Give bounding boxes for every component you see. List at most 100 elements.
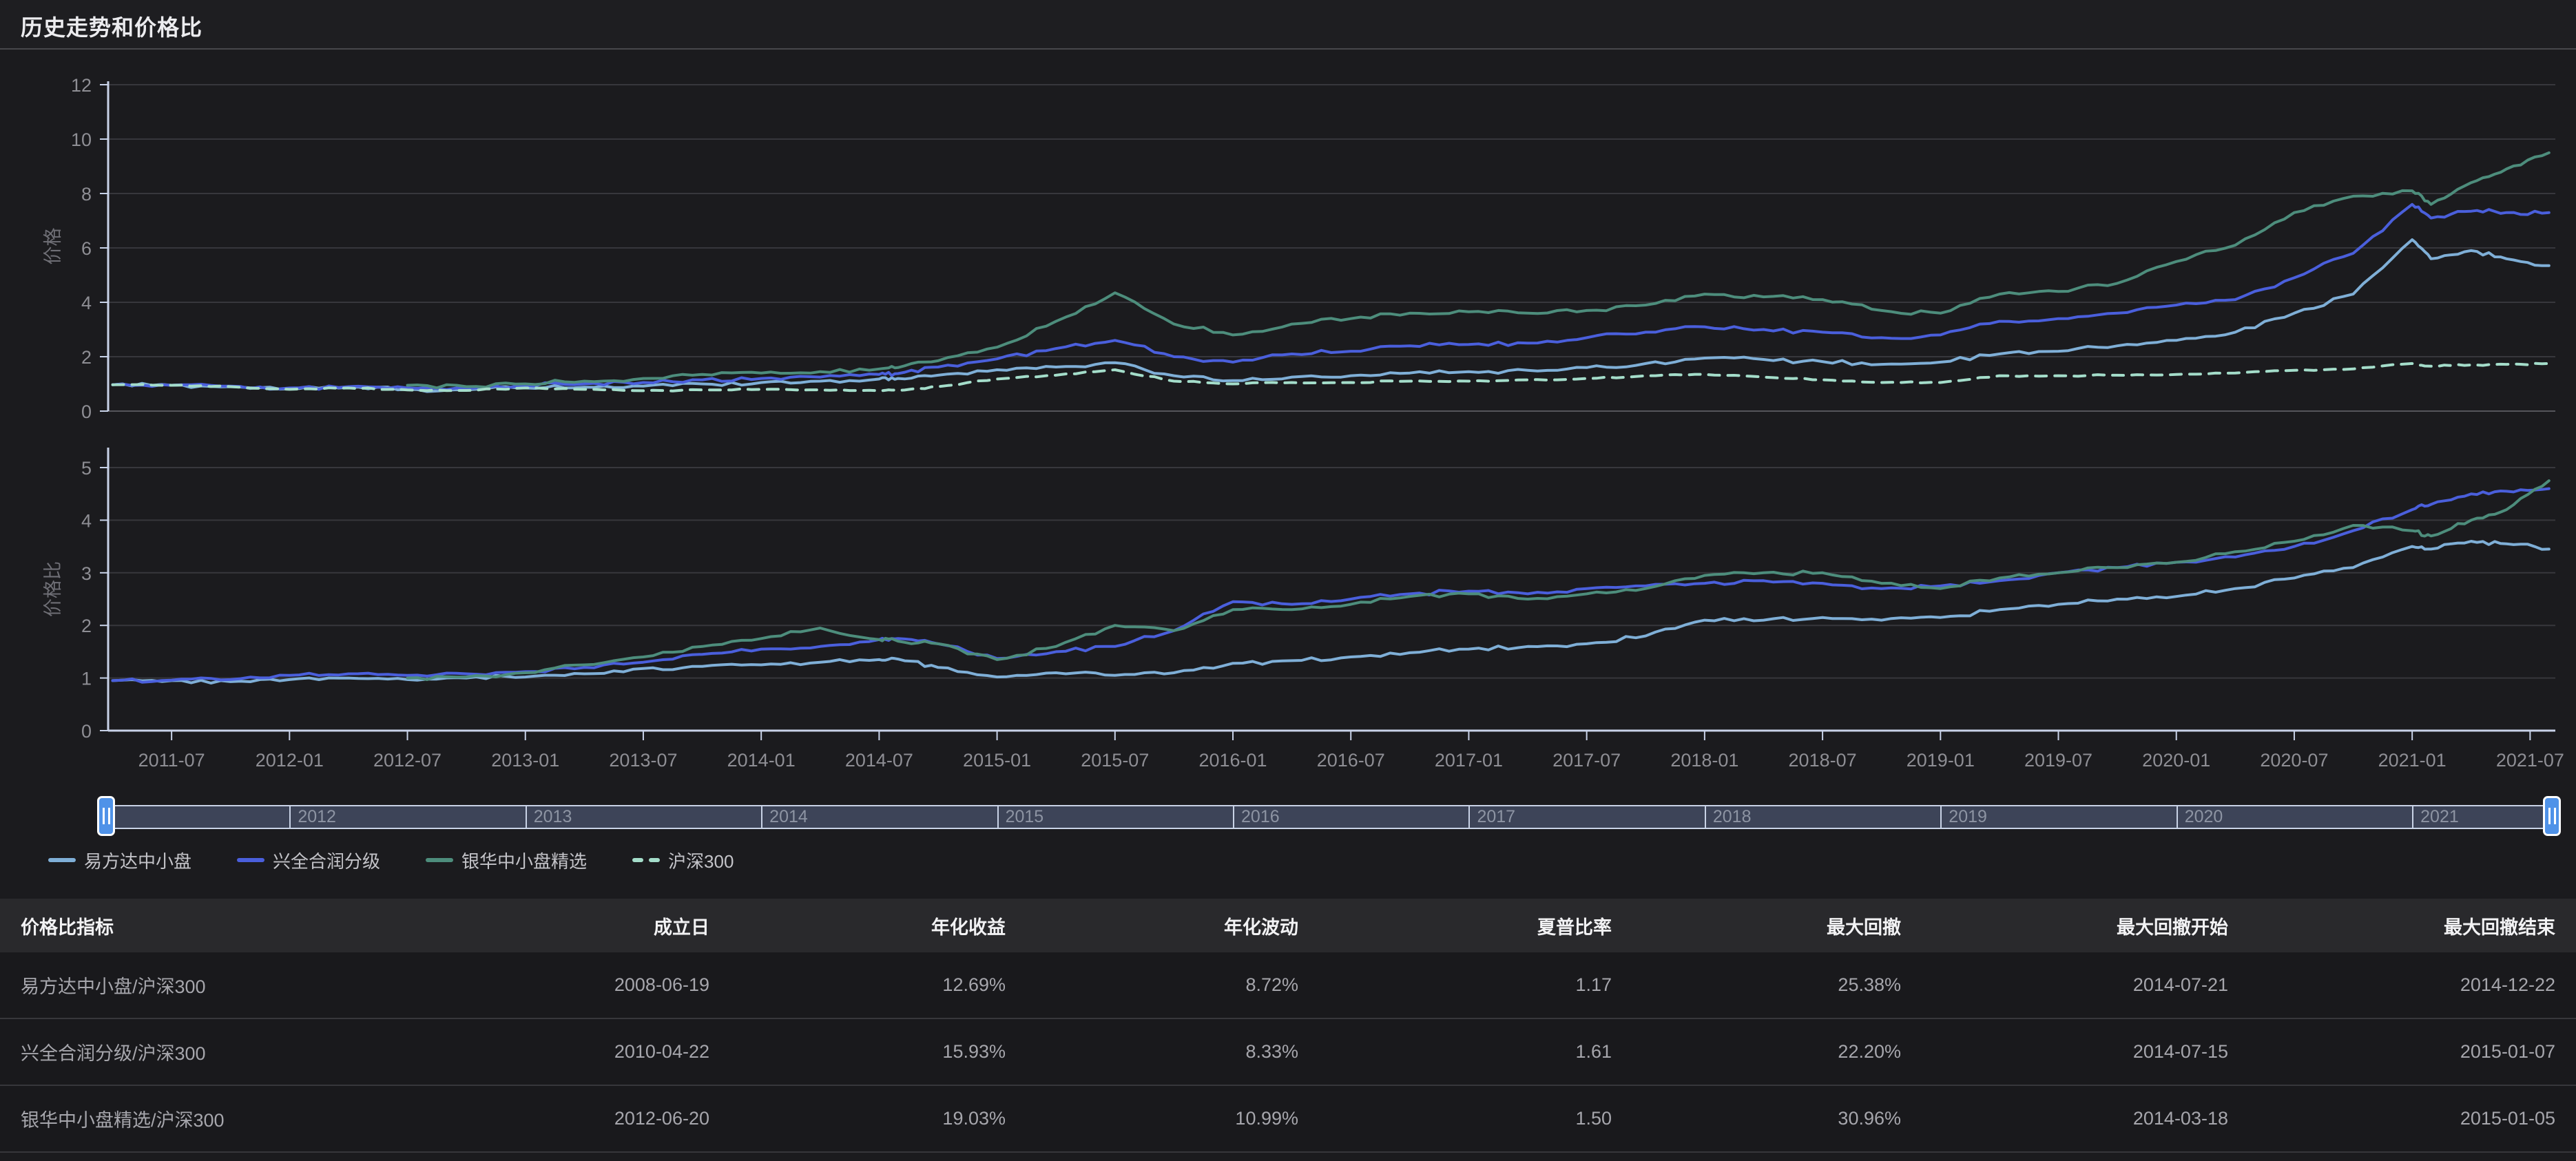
x-tick-label: 2015-07 xyxy=(1081,750,1149,771)
slider-year-segment[interactable]: 2020 xyxy=(2177,806,2223,828)
table-cell: 1.50 xyxy=(1298,1108,1612,1129)
table-cell: 30.96% xyxy=(1612,1108,1901,1129)
slider-year-label: 2013 xyxy=(534,807,572,827)
slider-year-segment[interactable]: 2018 xyxy=(1705,806,1752,828)
table-row: 银华中小盘精选/沪深3002012-06-2019.03%10.99%1.503… xyxy=(0,1086,2576,1153)
x-tick-label: 2016-07 xyxy=(1317,750,1385,771)
y-tick-label: 1 xyxy=(81,669,92,689)
column-header: 最大回撤 xyxy=(1612,912,1901,939)
series-line-银华中小盘精选 xyxy=(408,153,2549,388)
x-tick-label: 2012-07 xyxy=(373,750,442,771)
slider-year-segment[interactable]: 2021 xyxy=(2412,806,2459,828)
datazoom-slider[interactable]: 2012 2013 2014 2015 2016 2017 2018 2019 2020 2021 xyxy=(107,805,2551,829)
table-cell: 2015-01-07 xyxy=(2228,1041,2555,1063)
legend-swatch-icon xyxy=(237,858,264,862)
x-tick-label: 2021-07 xyxy=(2496,750,2564,771)
x-tick-label: 2017-01 xyxy=(1435,750,1503,771)
slider-year-label: 2019 xyxy=(1949,807,1987,827)
legend-label: 银华中小盘精选 xyxy=(461,848,587,873)
slider-year-segment[interactable]: 2019 xyxy=(1940,806,1987,828)
y-tick-label: 6 xyxy=(81,238,92,259)
x-tick-label: 2014-01 xyxy=(727,750,796,771)
slider-year-segment[interactable]: 2015 xyxy=(997,806,1044,828)
table-cell: 25.38% xyxy=(1612,974,1901,996)
table-cell: 8.72% xyxy=(1006,974,1298,996)
x-tick-label: 2020-01 xyxy=(2142,750,2210,771)
legend-label: 易方达中小盘 xyxy=(84,848,191,873)
table-cell: 2014-03-18 xyxy=(1901,1108,2228,1129)
y-tick-label: 2 xyxy=(81,616,92,636)
series-line-兴全合润分级/沪深300 xyxy=(113,489,2549,682)
table-cell: 8.33% xyxy=(1006,1041,1298,1063)
table-cell: 2015-01-05 xyxy=(2228,1108,2555,1129)
x-tick-label: 2014-07 xyxy=(845,750,913,771)
x-tick-label: 2020-07 xyxy=(2260,750,2328,771)
column-header: 年化收益 xyxy=(709,912,1006,939)
slider-year-segment[interactable]: 2013 xyxy=(526,806,572,828)
y-axis-name: 价格比 xyxy=(43,561,63,617)
y-tick-label: 12 xyxy=(71,75,92,96)
legend-swatch-icon xyxy=(426,858,453,862)
y-axis-name: 价格 xyxy=(43,228,63,265)
table-row: 易方达中小盘/沪深3002008-06-1912.69%8.72%1.1725.… xyxy=(0,952,2576,1019)
column-header: 夏普比率 xyxy=(1298,912,1612,939)
column-header: 最大回撤开始 xyxy=(1901,912,2228,939)
table-cell: 19.03% xyxy=(709,1108,1006,1129)
table-cell: 1.61 xyxy=(1298,1041,1612,1063)
legend-label: 沪深300 xyxy=(668,848,734,873)
table-cell: 2008-06-19 xyxy=(406,974,709,996)
x-tick-label: 2012-01 xyxy=(256,750,324,771)
y-tick-label: 3 xyxy=(81,563,92,584)
slider-year-label: 2017 xyxy=(1477,807,1515,827)
legend-item-兴全合润分级[interactable]: 兴全合润分级 xyxy=(237,848,380,873)
table-cell: 2014-07-21 xyxy=(1901,974,2228,996)
x-tick-label: 2013-01 xyxy=(491,750,559,771)
legend-item-银华中小盘精选[interactable]: 银华中小盘精选 xyxy=(426,848,587,873)
table-cell: 2014-07-15 xyxy=(1901,1041,2228,1063)
table-cell: 易方达中小盘/沪深300 xyxy=(0,972,406,998)
x-tick-label: 2019-01 xyxy=(1907,750,1975,771)
slider-year-label: 2020 xyxy=(2185,807,2223,827)
series-line-易方达中小盘 xyxy=(113,240,2549,391)
table-cell: 2012-06-20 xyxy=(406,1108,709,1129)
slider-year-label: 2016 xyxy=(1241,807,1280,827)
series-line-兴全合润分级 xyxy=(113,205,2549,390)
legend-item-易方达中小盘[interactable]: 易方达中小盘 xyxy=(48,848,191,873)
slider-year-label: 2015 xyxy=(1006,807,1044,827)
y-tick-label: 0 xyxy=(81,721,92,742)
column-header: 成立日 xyxy=(406,912,709,939)
table-cell: 1.17 xyxy=(1298,974,1612,996)
price-and-ratio-chart[interactable]: 024681012价格012345价格比2011-072012-012012-0… xyxy=(0,0,2576,909)
table-cell: 2014-12-22 xyxy=(2228,974,2555,996)
x-tick-label: 2018-07 xyxy=(1789,750,1857,771)
legend-swatch-icon xyxy=(632,858,660,862)
column-header: 最大回撤结束 xyxy=(2228,912,2555,939)
x-tick-label: 2016-01 xyxy=(1198,750,1267,771)
slider-year-segment[interactable]: 2014 xyxy=(761,806,808,828)
y-tick-label: 2 xyxy=(81,347,92,368)
table-cell: 银华中小盘精选/沪深300 xyxy=(0,1105,406,1132)
column-header: 价格比指标 xyxy=(0,912,406,939)
x-tick-label: 2013-07 xyxy=(609,750,677,771)
slider-year-label: 2014 xyxy=(769,807,808,827)
table-body: 易方达中小盘/沪深3002008-06-1912.69%8.72%1.1725.… xyxy=(0,952,2576,1153)
slider-year-segment[interactable]: 2016 xyxy=(1233,806,1280,828)
x-tick-label: 2019-07 xyxy=(2024,750,2092,771)
table-cell: 10.99% xyxy=(1006,1108,1298,1129)
series-line-银华中小盘精选/沪深300 xyxy=(408,481,2549,680)
x-tick-label: 2011-07 xyxy=(138,750,205,771)
legend-item-沪深300[interactable]: 沪深300 xyxy=(632,848,734,873)
slider-year-segment[interactable]: 2017 xyxy=(1468,806,1515,828)
y-tick-label: 4 xyxy=(81,293,92,313)
slider-year-label: 2012 xyxy=(298,807,336,827)
x-tick-label: 2015-01 xyxy=(963,750,1031,771)
x-tick-label: 2021-01 xyxy=(2378,750,2447,771)
slider-year-segment[interactable]: 2012 xyxy=(289,806,336,828)
y-tick-label: 10 xyxy=(71,129,92,150)
slider-year-label: 2018 xyxy=(1713,807,1752,827)
datazoom-right-handle-icon[interactable] xyxy=(2543,796,2561,836)
datazoom-left-handle-icon[interactable] xyxy=(97,796,115,836)
table-header-row: 价格比指标成立日年化收益年化波动夏普比率最大回撤最大回撤开始最大回撤结束 xyxy=(0,899,2576,952)
legend-swatch-icon xyxy=(48,858,76,862)
table-cell: 12.69% xyxy=(709,974,1006,996)
